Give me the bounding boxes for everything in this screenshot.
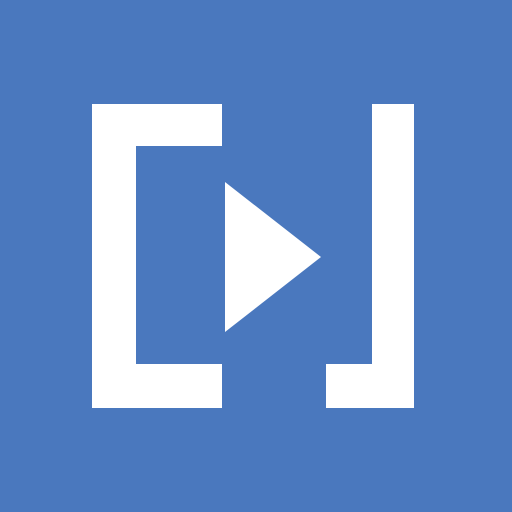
play-bracket-logo-icon <box>0 0 512 512</box>
app-icon <box>0 0 512 512</box>
